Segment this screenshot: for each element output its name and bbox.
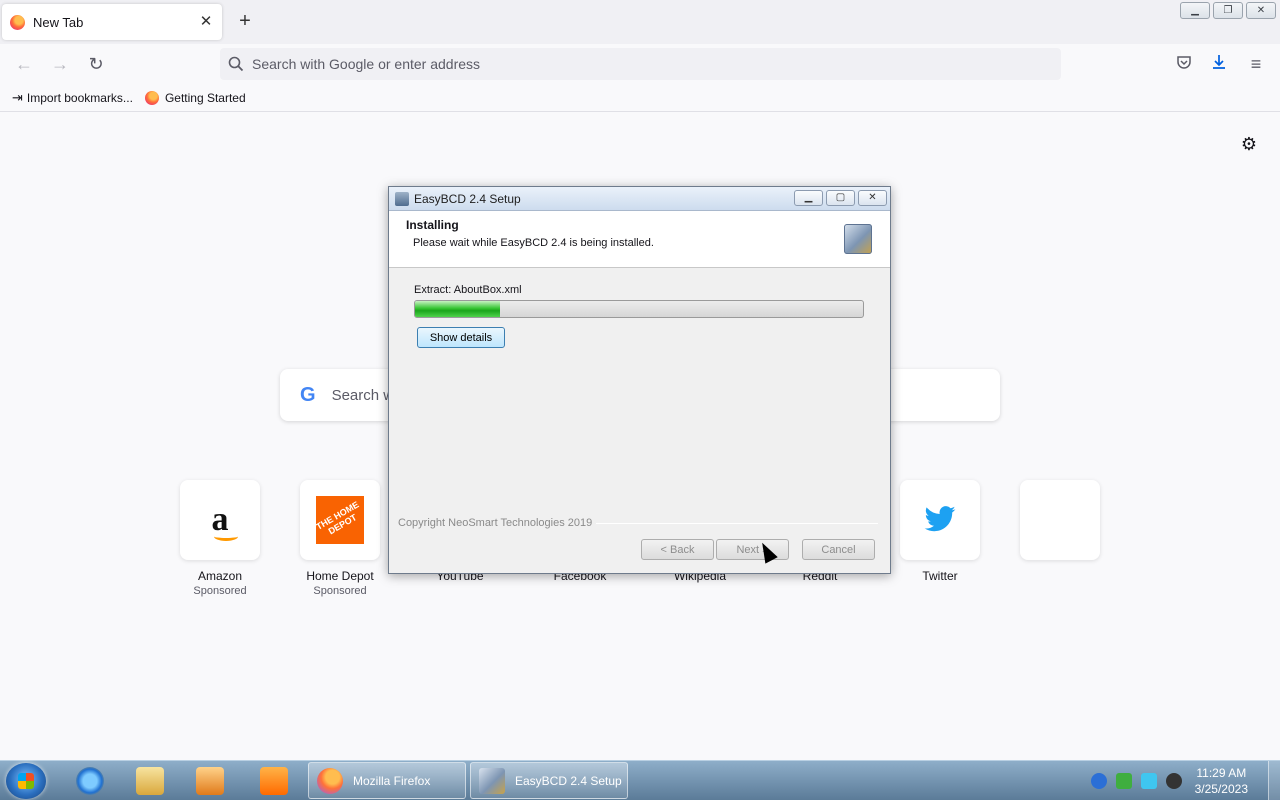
show-desktop-button[interactable] [1268, 761, 1280, 800]
dialog-minimize-button[interactable]: ▁ [794, 190, 823, 206]
getting-started-bookmark[interactable]: Getting Started [144, 90, 246, 105]
new-tab-button[interactable]: + [234, 11, 256, 33]
close-window-button[interactable]: ✕ [1246, 2, 1276, 19]
folder-icon [136, 767, 164, 795]
volume-icon[interactable] [1165, 773, 1182, 789]
uc-browser-icon [260, 767, 288, 795]
cancel-button[interactable]: Cancel [802, 539, 875, 560]
start-button[interactable] [6, 763, 46, 799]
media-player-icon [196, 767, 224, 795]
dialog-title-bar[interactable]: EasyBCD 2.4 Setup ▁ ▢ ✕ [389, 187, 890, 211]
import-icon: ⇥ [12, 89, 23, 105]
sponsored-label: Sponsored [313, 585, 367, 597]
import-bookmarks-link[interactable]: ⇥ Import bookmarks... [12, 90, 133, 106]
gear-icon[interactable]: ⚙ [1239, 134, 1259, 154]
twitter-icon [900, 480, 980, 560]
search-icon [228, 56, 244, 72]
taskbar-pin-explorer[interactable] [122, 764, 178, 798]
taskbar-task-firefox[interactable]: Mozilla Firefox [308, 762, 466, 799]
home-depot-icon: THE HOME DEPOT [300, 480, 380, 560]
back-button[interactable]: < Back [641, 539, 714, 560]
tab-strip: New Tab ✕ + ▁ ❐ ✕ [0, 0, 1280, 44]
installer-dialog: EasyBCD 2.4 Setup ▁ ▢ ✕ Installing Pleas… [388, 186, 891, 574]
shortcut-label: Amazon [197, 569, 243, 583]
firefox-icon [10, 14, 25, 30]
menu-icon[interactable]: ≡ [1246, 54, 1266, 74]
address-input[interactable] [252, 56, 1032, 72]
dialog-window-controls: ▁ ▢ ✕ [794, 190, 887, 206]
task-label: EasyBCD 2.4 Setup [515, 773, 622, 788]
getting-started-label: Getting Started [164, 90, 246, 105]
extract-status: Extract: AboutBox.xml [414, 284, 522, 296]
taskbar-pin-uc-browser[interactable] [246, 764, 302, 798]
installer-app-icon [479, 767, 505, 794]
taskbar-pin-media-player[interactable] [182, 764, 238, 798]
google-icon: G [300, 383, 316, 406]
empty-shortcut-slot [1020, 480, 1100, 560]
close-tab-icon[interactable]: ✕ [198, 14, 214, 30]
downloads-icon[interactable] [1209, 54, 1229, 74]
address-bar[interactable] [220, 48, 1061, 80]
firefox-icon [317, 767, 343, 794]
window-controls: ▁ ❐ ✕ [1180, 2, 1276, 19]
tab-title: New Tab [33, 14, 84, 30]
action-center-flag-icon[interactable] [1115, 773, 1132, 789]
amazon-icon: a [180, 480, 260, 560]
firefox-icon [144, 90, 159, 105]
shortcut-twitter[interactable]: Twitter [880, 480, 1000, 583]
restore-button[interactable]: ❐ [1213, 2, 1243, 19]
install-progress-bar [414, 300, 864, 318]
taskbar-pin-internet-explorer[interactable] [62, 764, 118, 798]
copyright-text: Copyright NeoSmart Technologies 2019 [398, 517, 593, 529]
shortcut-amazon[interactable]: a Amazon Sponsored [160, 480, 280, 597]
import-bookmarks-label: Import bookmarks... [26, 90, 133, 105]
navigation-toolbar: ← → ↻ ≡ [0, 44, 1280, 84]
minimize-button[interactable]: ▁ [1180, 2, 1210, 19]
internet-explorer-icon [76, 767, 104, 795]
tray-app-icon[interactable] [1090, 773, 1107, 789]
installing-subheading: Please wait while EasyBCD 2.4 is being i… [413, 237, 654, 249]
pocket-icon[interactable] [1174, 54, 1194, 74]
clock-date: 3/25/2023 [1194, 782, 1248, 796]
reload-icon[interactable]: ↻ [86, 54, 106, 74]
clock[interactable]: 11:29 AM 3/25/2023 [1195, 765, 1248, 797]
installing-heading: Installing [406, 218, 459, 232]
shortcut-empty[interactable] [1000, 480, 1120, 560]
forward-arrow-icon[interactable]: → [50, 54, 70, 74]
clock-time: 11:29 AM [1196, 766, 1247, 780]
tab-new-tab[interactable]: New Tab ✕ [2, 4, 222, 40]
back-arrow-icon[interactable]: ← [14, 54, 34, 74]
divider [596, 522, 878, 524]
dialog-maximize-button[interactable]: ▢ [826, 190, 855, 206]
system-tray: 11:29 AM 3/25/2023 [1090, 761, 1280, 800]
installer-package-icon [844, 224, 872, 254]
dialog-title: EasyBCD 2.4 Setup [414, 191, 521, 206]
bookmarks-toolbar: ⇥ Import bookmarks... Getting Started [0, 84, 1280, 112]
task-label: Mozilla Firefox [353, 773, 431, 788]
progress-fill [415, 301, 501, 317]
taskbar-task-easybcd[interactable]: EasyBCD 2.4 Setup [470, 762, 628, 799]
dialog-close-button[interactable]: ✕ [858, 190, 887, 206]
sponsored-label: Sponsored [193, 585, 247, 597]
dialog-header: Installing Please wait while EasyBCD 2.4… [389, 211, 890, 268]
taskbar: Mozilla Firefox EasyBCD 2.4 Setup 11:29 … [0, 760, 1280, 800]
installer-app-icon [395, 191, 409, 206]
copyright-line: Copyright NeoSmart Technologies 2019 [398, 517, 878, 529]
shortcut-label: Twitter [922, 569, 958, 583]
network-icon[interactable] [1140, 773, 1157, 789]
search-placeholder: Search w [331, 386, 395, 404]
show-details-button[interactable]: Show details [417, 327, 505, 348]
shortcut-label: Home Depot [306, 569, 374, 583]
shortcut-home-depot[interactable]: THE HOME DEPOT Home Depot Sponsored [280, 480, 400, 597]
